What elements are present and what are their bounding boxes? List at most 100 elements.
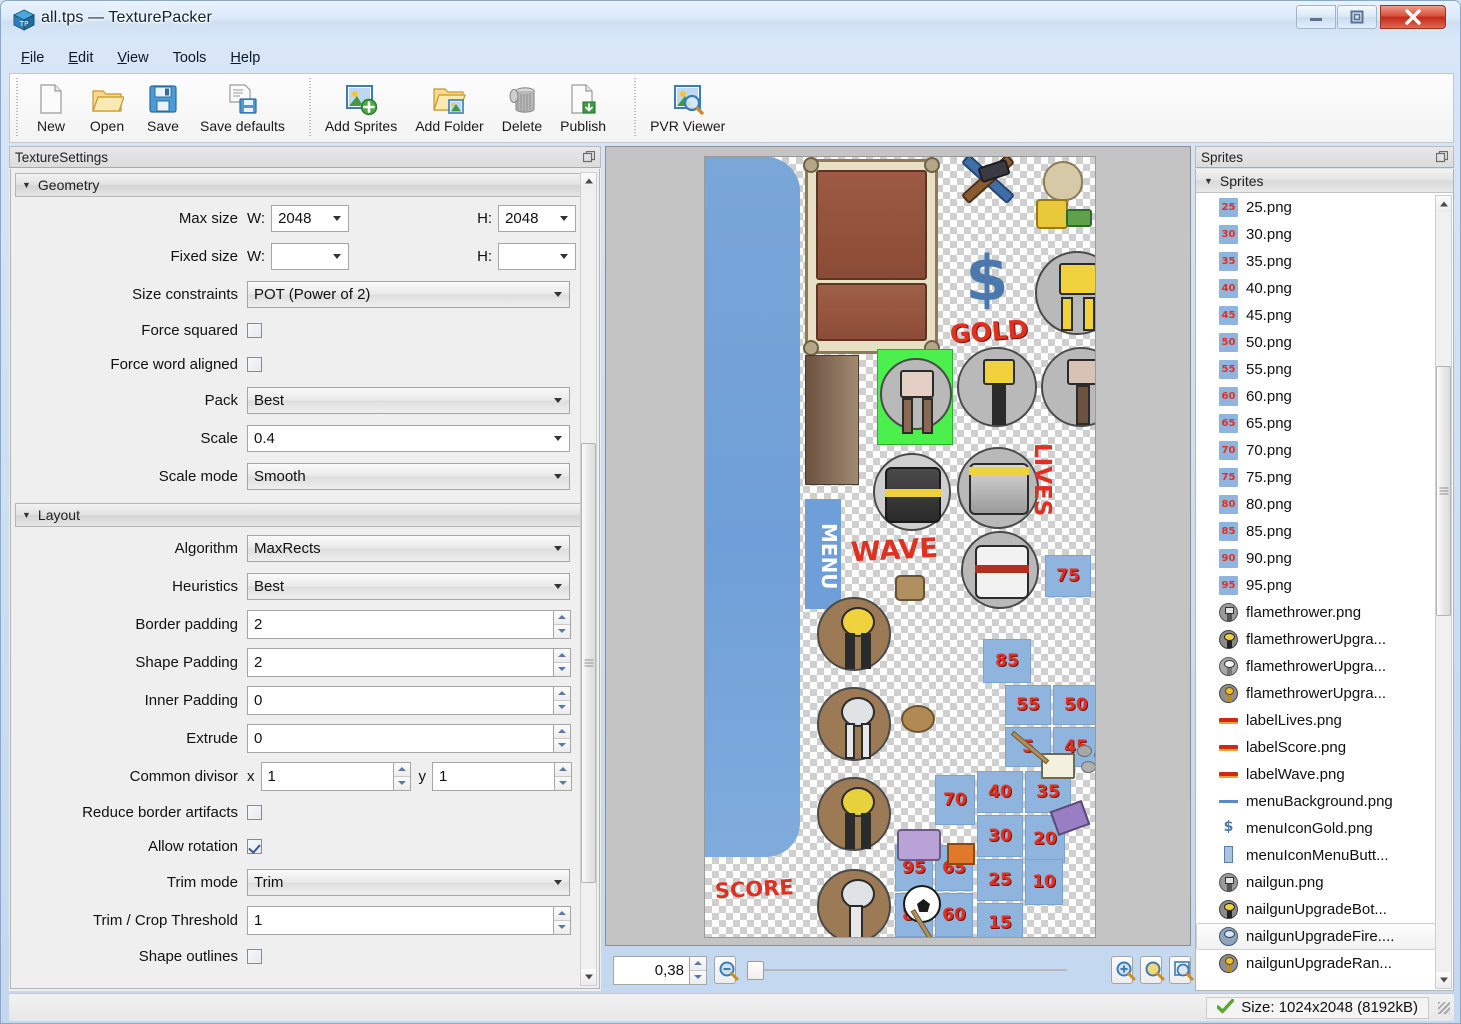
geometry-group-header[interactable]: ▼ Geometry [15,173,581,197]
zoom-level-stepper[interactable] [689,956,707,985]
pvr-viewer-button[interactable]: PVR Viewer [641,76,734,138]
sprite-selected-highlight[interactable] [877,349,953,445]
common-divisor-x-stepper[interactable] [393,762,411,791]
size-constraints-dropdown[interactable]: POT (Power of 2) [247,281,570,308]
window-resize-grip[interactable] [1437,1001,1451,1015]
zoom-actual-size-button[interactable] [1169,956,1191,984]
heuristics-dropdown[interactable]: Best [247,573,570,600]
trim-mode-dropdown[interactable]: Trim [247,869,570,896]
shape-padding-stepper[interactable] [553,648,571,677]
trim-crop-threshold-stepper[interactable] [553,906,571,935]
sprite-list[interactable]: 2525.png3030.png3535.png4040.png4545.png… [1196,194,1436,989]
float-panel-icon[interactable] [583,151,595,163]
publish-button[interactable]: Publish [551,76,615,138]
zoom-level-spinner[interactable] [613,956,707,985]
trim-crop-threshold-spinner[interactable] [247,906,571,935]
sprite-list-item[interactable]: flamethrower.png [1196,599,1436,626]
force-word-aligned-checkbox[interactable] [247,357,262,372]
sprite-list-item[interactable]: 8080.png [1196,491,1436,518]
common-divisor-y-stepper[interactable] [554,762,572,791]
zoom-fit-button[interactable] [1140,956,1162,984]
stepper-up-icon[interactable] [690,957,706,971]
inner-padding-input[interactable] [247,686,553,715]
open-button[interactable]: Open [79,76,135,138]
scroll-up-arrow[interactable] [581,173,596,189]
minimize-button[interactable] [1296,5,1336,29]
sprite-list-item[interactable]: nailgunUpgradeRan... [1196,950,1436,977]
add-folder-button[interactable]: Add Folder [406,76,492,138]
menu-file[interactable]: FFileile [9,46,56,70]
extrude-input[interactable] [247,724,553,753]
fixed-size-height-combo[interactable] [498,243,576,270]
force-squared-checkbox[interactable] [247,323,262,338]
scroll-down-arrow[interactable] [1436,972,1451,988]
atlas-image[interactable]: $ GOLD [704,156,1096,938]
common-divisor-y-input[interactable] [432,762,554,791]
scroll-down-arrow[interactable] [581,969,596,985]
stepper-down-icon[interactable] [554,921,570,934]
stepper-up-icon[interactable] [555,763,571,777]
menu-help[interactable]: Help [218,46,272,70]
float-panel-icon[interactable] [1436,151,1448,163]
border-padding-stepper[interactable] [553,610,571,639]
sprite-list-item[interactable]: menuIconMenuButt... [1196,842,1436,869]
save-defaults-button[interactable]: Save defaults [191,76,294,138]
scale-mode-dropdown[interactable]: Smooth [247,463,570,490]
sprite-list-item[interactable]: 3030.png [1196,221,1436,248]
sprite-list-item[interactable]: flamethrowerUpgra... [1196,653,1436,680]
sprite-list-item[interactable]: 9090.png [1196,545,1436,572]
stepper-down-icon[interactable] [554,625,570,638]
algorithm-dropdown[interactable]: MaxRects [247,535,570,562]
stepper-down-icon[interactable] [555,777,571,790]
menu-tools[interactable]: Tools [161,46,219,70]
common-divisor-x-input[interactable] [261,762,393,791]
shape-padding-spinner[interactable] [247,648,571,677]
common-divisor-x-spinner[interactable] [261,762,411,791]
scroll-up-arrow[interactable] [1436,196,1451,212]
sprite-list-item[interactable]: nailgun.png [1196,869,1436,896]
max-size-width-combo[interactable]: 2048 [271,205,349,232]
stepper-up-icon[interactable] [554,611,570,625]
border-padding-input[interactable] [247,610,553,639]
border-padding-spinner[interactable] [247,610,571,639]
stepper-up-icon[interactable] [554,687,570,701]
scale-combo[interactable]: 0.4 [247,425,570,452]
sprite-list-item[interactable]: nailgunUpgradeFire.... [1196,923,1436,950]
sprite-list-item[interactable]: menuBackground.png [1196,788,1436,815]
sprites-scrollbar-thumb[interactable] [1436,366,1451,616]
stepper-up-icon[interactable] [554,649,570,663]
stepper-up-icon[interactable] [394,763,410,777]
menu-edit[interactable]: Edit [56,46,105,70]
stepper-down-icon[interactable] [554,701,570,714]
sprite-list-item[interactable]: 2525.png [1196,194,1436,221]
sprites-vertical-scrollbar[interactable] [1435,195,1452,989]
sprite-list-item[interactable]: flamethrowerUpgra... [1196,626,1436,653]
extrude-stepper[interactable] [553,724,571,753]
stepper-down-icon[interactable] [554,739,570,752]
sprite-list-item[interactable]: 5555.png [1196,356,1436,383]
zoom-slider-handle[interactable] [747,961,764,980]
settings-vertical-scrollbar[interactable] [580,172,597,986]
toolbar-grip-3[interactable] [633,78,638,138]
save-button[interactable]: Save [135,76,191,138]
sprite-list-item[interactable]: labelScore.png [1196,734,1436,761]
stepper-down-icon[interactable] [554,663,570,676]
shape-outlines-checkbox[interactable] [247,949,262,964]
new-button[interactable]: New [23,76,79,138]
sprite-list-item[interactable]: $menuIconGold.png [1196,815,1436,842]
layout-group-header[interactable]: ▼ Layout [15,503,581,527]
max-size-height-combo[interactable]: 2048 [498,205,576,232]
extrude-spinner[interactable] [247,724,571,753]
atlas-canvas-viewport[interactable]: $ GOLD [605,146,1191,946]
inner-padding-spinner[interactable] [247,686,571,715]
zoom-out-button[interactable] [714,956,736,984]
sprite-list-item[interactable]: 4040.png [1196,275,1436,302]
sprite-list-item[interactable]: labelWave.png [1196,761,1436,788]
common-divisor-y-spinner[interactable] [432,762,572,791]
fixed-size-width-combo[interactable] [271,243,349,270]
sprite-list-item[interactable]: 8585.png [1196,518,1436,545]
inner-padding-stepper[interactable] [553,686,571,715]
sprite-list-item[interactable]: labelLives.png [1196,707,1436,734]
stepper-down-icon[interactable] [690,971,706,984]
shape-padding-input[interactable] [247,648,553,677]
